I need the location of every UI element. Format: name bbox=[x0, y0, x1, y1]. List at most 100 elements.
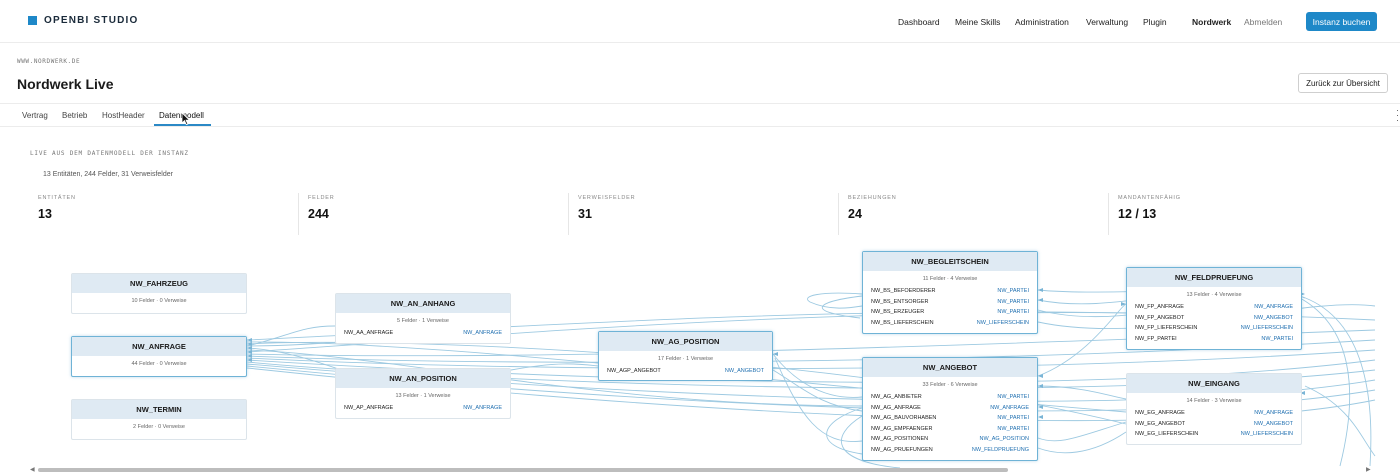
entity-nw-angebot[interactable]: NW_ANGEBOT 33 Felder · 6 Verweise NW_AG_… bbox=[862, 357, 1038, 461]
stat-label: VERWEISFELDER bbox=[578, 195, 636, 201]
nav-meine-skills[interactable]: Meine Skills bbox=[955, 17, 1000, 27]
entity-title: NW_ANGEBOT bbox=[863, 358, 1037, 377]
stat-divider bbox=[1108, 193, 1109, 235]
brand-name: OPENBI STUDIO bbox=[44, 15, 139, 26]
horizontal-scrollbar-thumb[interactable] bbox=[38, 468, 1008, 472]
entity-nw-feldpruefung[interactable]: NW_FELDPRUEFUNG 13 Felder · 4 Verweise N… bbox=[1126, 267, 1302, 350]
entity-field-row[interactable]: NW_AG_BAUVORHABEN NW_PARTEI bbox=[863, 413, 1037, 424]
scroll-left-arrow-icon[interactable]: ◀ bbox=[30, 466, 35, 473]
entity-meta: 33 Felder · 6 Verweise bbox=[922, 382, 978, 388]
entity-meta: 5 Felder · 1 Verweise bbox=[397, 318, 449, 324]
field-target[interactable]: NW_LIEFERSCHEIN bbox=[1241, 431, 1293, 437]
entity-field-row[interactable]: NW_AGP_ANGEBOT NW_ANGEBOT bbox=[599, 366, 772, 377]
stat-label: ENTITÄTEN bbox=[38, 195, 76, 201]
entity-title: NW_ANFRAGE bbox=[72, 337, 246, 356]
back-to-overview-button[interactable]: Zurück zur Übersicht bbox=[1298, 73, 1388, 93]
field-name: NW_EG_ANGEBOT bbox=[1135, 420, 1186, 427]
field-target[interactable]: NW_PARTEI bbox=[997, 394, 1029, 400]
entity-meta: 13 Felder · 4 Verweise bbox=[1186, 292, 1242, 298]
stat-value: 24 bbox=[848, 207, 862, 221]
field-name: NW_AG_ANFRAGE bbox=[871, 404, 921, 411]
tab-vertrag[interactable]: Vertrag bbox=[22, 111, 48, 120]
stat-felder: FELDER 244 bbox=[308, 195, 335, 235]
brand-logo[interactable]: OPENBI STUDIO bbox=[28, 15, 139, 26]
field-target[interactable]: NW_PARTEI bbox=[1261, 336, 1293, 342]
entity-field-row[interactable]: NW_BS_LIEFERSCHEIN NW_LIEFERSCHEIN bbox=[863, 318, 1037, 329]
field-name: NW_AG_PRUEFUNGEN bbox=[871, 446, 933, 453]
field-target[interactable]: NW_ANGEBOT bbox=[1254, 315, 1293, 321]
stat-divider bbox=[298, 193, 299, 235]
field-target[interactable]: NW_PARTEI bbox=[997, 415, 1029, 421]
nav-tenant[interactable]: Nordwerk bbox=[1192, 17, 1231, 27]
book-instance-button[interactable]: Instanz buchen bbox=[1306, 12, 1377, 31]
entity-field-row[interactable]: NW_FP_PARTEI NW_PARTEI bbox=[1127, 334, 1301, 345]
entity-field-row[interactable]: NW_AG_POSITIONEN NW_AG_POSITION bbox=[863, 434, 1037, 445]
entity-field-row[interactable]: NW_FP_ANFRAGE NW_ANFRAGE bbox=[1127, 302, 1301, 313]
entity-field-row[interactable]: NW_BS_ENTSORGER NW_PARTEI bbox=[863, 297, 1037, 308]
entity-field-row[interactable]: NW_AP_ANFRAGE NW_ANFRAGE bbox=[336, 403, 510, 414]
nav-dashboard[interactable]: Dashboard bbox=[898, 17, 940, 27]
entity-nw-begleitschein[interactable]: NW_BEGLEITSCHEIN 11 Felder · 4 Verweise … bbox=[862, 251, 1038, 334]
more-options-icon[interactable]: · · · bbox=[1396, 106, 1399, 125]
entity-nw-ag-position[interactable]: NW_AG_POSITION 17 Felder · 1 Verweise NW… bbox=[598, 331, 773, 381]
entity-nw-anfrage[interactable]: NW_ANFRAGE 44 Felder · 0 Verweise bbox=[71, 336, 247, 377]
entity-field-row[interactable]: NW_BS_BEFOERDERER NW_PARTEI bbox=[863, 286, 1037, 297]
field-target[interactable]: NW_PARTEI bbox=[997, 309, 1029, 315]
stat-verweisfelder: VERWEISFELDER 31 bbox=[578, 195, 635, 235]
mouse-cursor-icon bbox=[181, 112, 191, 126]
entity-field-row[interactable]: NW_EG_LIEFERSCHEIN NW_LIEFERSCHEIN bbox=[1127, 429, 1301, 440]
field-target[interactable]: NW_LIEFERSCHEIN bbox=[977, 320, 1029, 326]
entity-field-row[interactable]: NW_EG_ANFRAGE NW_ANFRAGE bbox=[1127, 408, 1301, 419]
tab-betrieb[interactable]: Betrieb bbox=[62, 111, 87, 120]
entity-field-row[interactable]: NW_AG_ANFRAGE NW_ANFRAGE bbox=[863, 403, 1037, 414]
entity-nw-eingang[interactable]: NW_EINGANG 14 Felder · 3 Verweise NW_EG_… bbox=[1126, 373, 1302, 445]
field-target[interactable]: NW_ANFRAGE bbox=[463, 405, 502, 411]
field-target[interactable]: NW_LIEFERSCHEIN bbox=[1241, 325, 1293, 331]
field-name: NW_AG_ANBIETER bbox=[871, 394, 922, 401]
field-target[interactable]: NW_PARTEI bbox=[997, 299, 1029, 305]
entity-field-row[interactable]: NW_AG_EMPFAENGER NW_PARTEI bbox=[863, 424, 1037, 435]
entity-title: NW_FAHRZEUG bbox=[72, 274, 246, 293]
stat-mandantenfaehig: MANDANTENFÄHIG 12 / 13 bbox=[1118, 195, 1181, 235]
entity-field-row[interactable]: NW_AG_PRUEFUNGEN NW_FELDPRUEFUNG bbox=[863, 445, 1037, 456]
entity-relationship-diagram[interactable]: NW_FAHRZEUG 10 Felder · 0 Verweise NW_AN… bbox=[0, 236, 1400, 475]
model-caption: LIVE AUS DEM DATENMODELL DER INSTANZ bbox=[30, 150, 189, 157]
field-name: NW_FP_LIEFERSCHEIN bbox=[1135, 325, 1198, 332]
stat-label: BEZIEHUNGEN bbox=[848, 195, 897, 201]
entity-meta: 2 Felder · 0 Verweise bbox=[133, 424, 185, 430]
field-name: NW_EG_LIEFERSCHEIN bbox=[1135, 431, 1199, 438]
entity-nw-fahrzeug[interactable]: NW_FAHRZEUG 10 Felder · 0 Verweise bbox=[71, 273, 247, 314]
field-target[interactable]: NW_AG_POSITION bbox=[979, 436, 1029, 442]
field-target[interactable]: NW_ANFRAGE bbox=[1254, 304, 1293, 310]
entity-nw-an-anhang[interactable]: NW_AN_ANHANG 5 Felder · 1 Verweise NW_AA… bbox=[335, 293, 511, 344]
stat-label: MANDANTENFÄHIG bbox=[1118, 195, 1181, 201]
nav-verwaltung[interactable]: Verwaltung bbox=[1086, 17, 1128, 27]
entity-nw-termin[interactable]: NW_TERMIN 2 Felder · 0 Verweise bbox=[71, 399, 247, 440]
field-target[interactable]: NW_ANFRAGE bbox=[1254, 410, 1293, 416]
entity-title: NW_AG_POSITION bbox=[599, 332, 772, 351]
entity-field-row[interactable]: NW_AA_ANFRAGE NW_ANFRAGE bbox=[336, 328, 510, 339]
tabs-top-border bbox=[0, 103, 1400, 104]
field-target[interactable]: NW_FELDPRUEFUNG bbox=[972, 447, 1029, 453]
nav-plugin[interactable]: Plugin bbox=[1143, 17, 1167, 27]
entity-field-row[interactable]: NW_BS_ERZEUGER NW_PARTEI bbox=[863, 307, 1037, 318]
entity-nw-an-position[interactable]: NW_AN_POSITION 13 Felder · 1 Verweise NW… bbox=[335, 368, 511, 419]
field-target[interactable]: NW_PARTEI bbox=[997, 426, 1029, 432]
nav-administration[interactable]: Administration bbox=[1015, 17, 1069, 27]
tab-hostheader[interactable]: HostHeader bbox=[102, 111, 145, 120]
entity-field-row[interactable]: NW_AG_ANBIETER NW_PARTEI bbox=[863, 392, 1037, 403]
entity-meta: 13 Felder · 1 Verweise bbox=[395, 393, 451, 399]
scroll-right-arrow-icon[interactable]: ▶ bbox=[1366, 466, 1371, 473]
entity-field-row[interactable]: NW_FP_ANGEBOT NW_ANGEBOT bbox=[1127, 313, 1301, 324]
field-target[interactable]: NW_ANFRAGE bbox=[990, 405, 1029, 411]
field-target[interactable]: NW_ANFRAGE bbox=[463, 330, 502, 336]
field-name: NW_FP_PARTEI bbox=[1135, 335, 1177, 342]
entity-field-row[interactable]: NW_EG_ANGEBOT NW_ANGEBOT bbox=[1127, 419, 1301, 430]
nav-logout[interactable]: Abmelden bbox=[1244, 17, 1282, 27]
entity-field-row[interactable]: NW_FP_LIEFERSCHEIN NW_LIEFERSCHEIN bbox=[1127, 323, 1301, 334]
field-target[interactable]: NW_ANGEBOT bbox=[725, 368, 764, 374]
field-target[interactable]: NW_PARTEI bbox=[997, 288, 1029, 294]
top-navigation-bar: OPENBI STUDIO Dashboard Meine Skills Adm… bbox=[0, 0, 1400, 43]
field-target[interactable]: NW_ANGEBOT bbox=[1254, 421, 1293, 427]
entity-title: NW_BEGLEITSCHEIN bbox=[863, 252, 1037, 271]
